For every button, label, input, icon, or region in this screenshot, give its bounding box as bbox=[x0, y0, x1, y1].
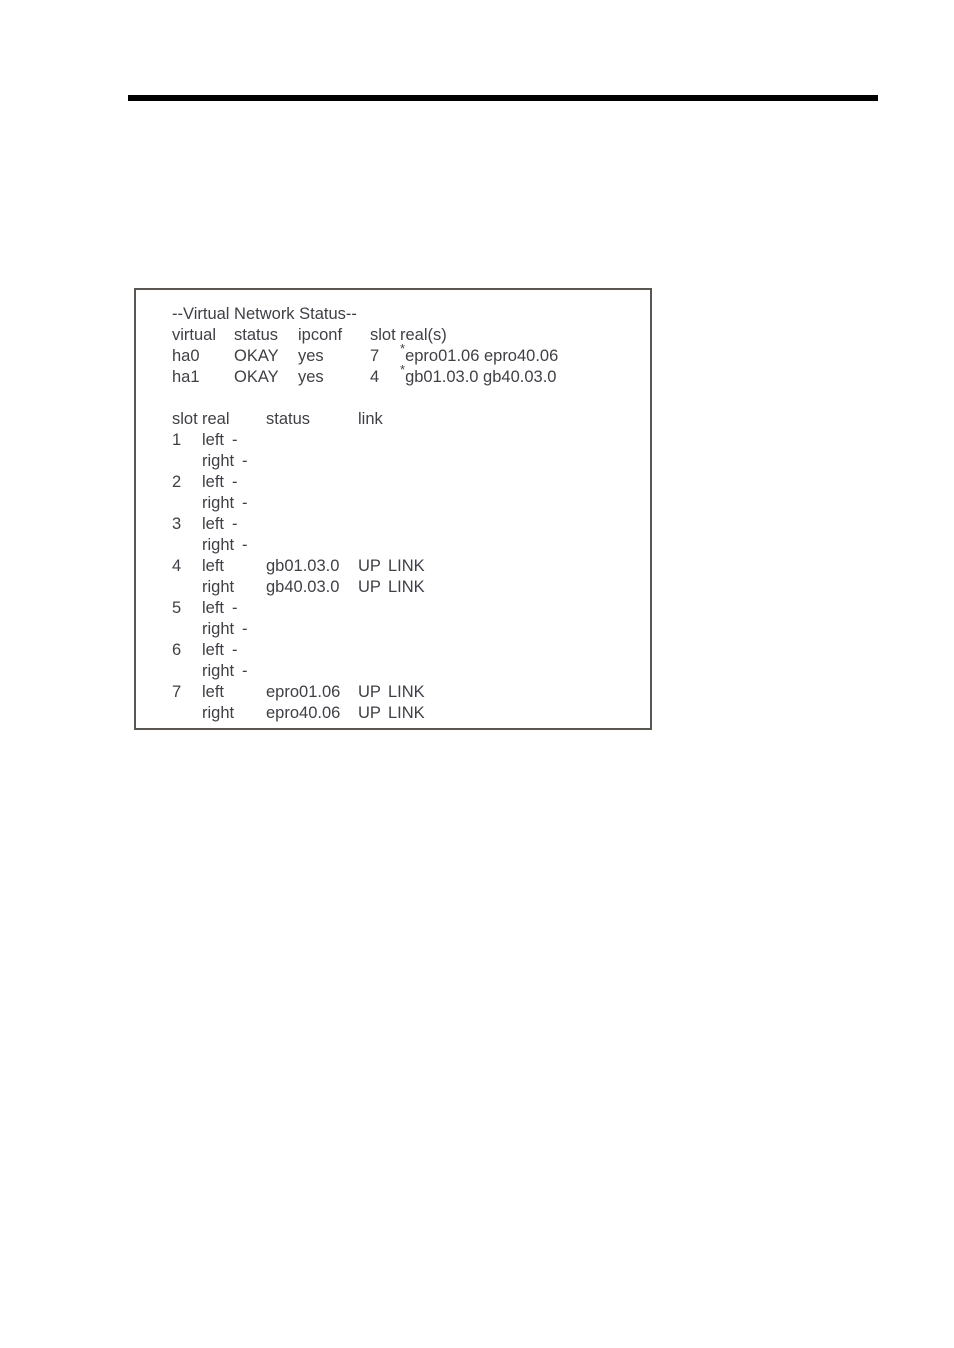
slot-cell-interface: - bbox=[232, 641, 238, 659]
slot-table-row: right gb40.03.0 UP LINK bbox=[172, 577, 644, 598]
summary-header-slot: slot bbox=[370, 326, 396, 344]
page-header-rule bbox=[128, 95, 878, 101]
slot-cell-number: 6 bbox=[172, 641, 182, 659]
summary-cell-slot: 7 bbox=[370, 347, 380, 365]
summary-cell-reals-text: epro01.06 epro40.06 bbox=[405, 347, 559, 365]
summary-cell-virtual: ha1 bbox=[172, 368, 200, 386]
slot-cell-real: left bbox=[202, 599, 225, 617]
summary-cell-reals: *epro01.06 epro40.06 bbox=[400, 342, 559, 367]
summary-cell-status: OKAY bbox=[234, 347, 279, 365]
asterisk-marker: * bbox=[400, 340, 406, 356]
slot-table-row: right - bbox=[172, 451, 644, 472]
slot-cell-interface: - bbox=[242, 452, 248, 470]
summary-header-status: status bbox=[234, 326, 279, 344]
summary-row: ha1 OKAY yes 4 *gb01.03.0 gb40.03.0 bbox=[172, 363, 644, 388]
slot-cell-real: left bbox=[202, 431, 225, 449]
slot-cell-number: 2 bbox=[172, 473, 182, 491]
slot-cell-number: 7 bbox=[172, 683, 182, 701]
summary-cell-slot: 4 bbox=[370, 368, 380, 386]
slot-cell-link: LINK bbox=[388, 557, 425, 575]
slot-cell-real: left bbox=[202, 473, 225, 491]
summary-header-virtual: virtual bbox=[172, 326, 217, 344]
slot-cell-interface: gb40.03.0 bbox=[266, 578, 340, 596]
slot-cell-interface: - bbox=[232, 473, 238, 491]
slot-table-row: right - bbox=[172, 619, 644, 640]
slot-cell-interface: epro01.06 bbox=[266, 683, 341, 701]
summary-cell-ipconf: yes bbox=[298, 368, 324, 386]
slot-cell-interface: - bbox=[232, 515, 238, 533]
summary-cell-virtual: ha0 bbox=[172, 347, 200, 365]
summary-cell-reals-text: gb01.03.0 gb40.03.0 bbox=[405, 368, 557, 386]
slot-table-row: 1 left - bbox=[172, 430, 644, 451]
slot-header-status: status bbox=[266, 410, 311, 428]
slot-cell-real: left bbox=[202, 557, 225, 575]
slot-table-row: 7 left epro01.06 UP LINK bbox=[172, 682, 644, 703]
slot-table-row: right epro40.06 UP LINK bbox=[172, 703, 644, 724]
slot-cell-interface: - bbox=[242, 620, 248, 638]
console-title: --Virtual Network Status-- bbox=[172, 305, 357, 323]
slot-table-row: 5 left - bbox=[172, 598, 644, 619]
summary-row: ha0 OKAY yes 7 *epro01.06 epro40.06 bbox=[172, 342, 644, 367]
slot-cell-interface: - bbox=[242, 494, 248, 512]
slot-cell-real: right bbox=[202, 494, 235, 512]
slot-cell-real: right bbox=[202, 578, 235, 596]
virtual-network-status-figure: --Virtual Network Status-- virtual statu… bbox=[134, 288, 652, 730]
slot-cell-link: LINK bbox=[388, 704, 425, 722]
slot-table-row: right - bbox=[172, 535, 644, 556]
summary-cell-reals: *gb01.03.0 gb40.03.0 bbox=[400, 363, 557, 388]
slot-table-row: 3 left - bbox=[172, 514, 644, 535]
slot-table-row: 4 left gb01.03.0 UP LINK bbox=[172, 556, 644, 577]
slot-header-link: link bbox=[358, 410, 383, 428]
slot-cell-status: UP bbox=[358, 704, 381, 722]
slot-cell-number: 1 bbox=[172, 431, 182, 449]
slot-table-row: 2 left - bbox=[172, 472, 644, 493]
slot-cell-real: right bbox=[202, 662, 235, 680]
slot-cell-interface: - bbox=[242, 536, 248, 554]
slot-header-real: real bbox=[202, 410, 230, 428]
console-output: --Virtual Network Status-- virtual statu… bbox=[172, 304, 644, 722]
slot-cell-real: right bbox=[202, 452, 235, 470]
slot-header-row: slot real status link bbox=[172, 409, 644, 430]
slot-cell-interface: - bbox=[242, 662, 248, 680]
asterisk-marker: * bbox=[400, 361, 406, 377]
slot-cell-real: left bbox=[202, 641, 225, 659]
slot-cell-real: right bbox=[202, 620, 235, 638]
slot-cell-real: right bbox=[202, 536, 235, 554]
slot-table-rows: 1 left - right -2 left - right -3 left - right -4 lef… bbox=[172, 430, 644, 724]
slot-cell-number: 3 bbox=[172, 515, 182, 533]
slot-header-slot: slot bbox=[172, 410, 198, 428]
slot-cell-link: LINK bbox=[388, 578, 425, 596]
slot-cell-real: left bbox=[202, 683, 225, 701]
slot-cell-interface: gb01.03.0 bbox=[266, 557, 340, 575]
slot-cell-real: right bbox=[202, 704, 235, 722]
slot-table-row: right - bbox=[172, 661, 644, 682]
slot-table-row: right - bbox=[172, 493, 644, 514]
slot-cell-status: UP bbox=[358, 683, 381, 701]
console-title-line: --Virtual Network Status-- bbox=[172, 304, 644, 325]
slot-cell-interface: epro40.06 bbox=[266, 704, 341, 722]
summary-header-ipconf: ipconf bbox=[298, 326, 343, 344]
summary-cell-ipconf: yes bbox=[298, 347, 324, 365]
slot-cell-link: LINK bbox=[388, 683, 425, 701]
summary-header-reals: real(s) bbox=[400, 326, 447, 344]
slot-table-row: 6 left - bbox=[172, 640, 644, 661]
summary-cell-status: OKAY bbox=[234, 368, 279, 386]
slot-cell-interface: - bbox=[232, 431, 238, 449]
slot-cell-status: UP bbox=[358, 578, 381, 596]
slot-cell-interface: - bbox=[232, 599, 238, 617]
summary-header-row: virtual status ipconf slot real(s) bbox=[172, 325, 644, 346]
slot-cell-number: 4 bbox=[172, 557, 182, 575]
slot-cell-status: UP bbox=[358, 557, 381, 575]
slot-cell-number: 5 bbox=[172, 599, 182, 617]
slot-cell-real: left bbox=[202, 515, 225, 533]
